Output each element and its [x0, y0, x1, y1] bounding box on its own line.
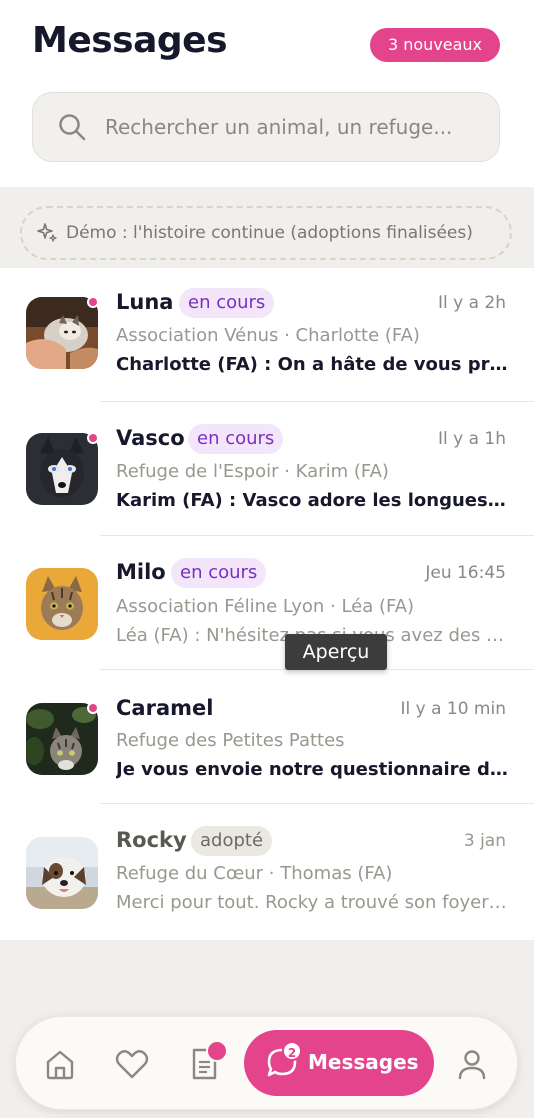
conversation-preview: Merci pour tout. Rocky a trouvé son foye…: [116, 892, 508, 913]
conversation-name: Luna: [116, 290, 174, 314]
conversation-name: Caramel: [116, 696, 214, 720]
avatar: [26, 703, 98, 775]
avatar: [26, 568, 98, 640]
conversation-time: Il y a 1h: [437, 429, 506, 449]
conversation-subtitle: Association Féline Lyon · Léa (FA): [116, 596, 415, 617]
conversation-name: Vasco: [116, 426, 185, 450]
search-input[interactable]: [105, 105, 485, 149]
home-icon: [46, 1050, 74, 1080]
new-messages-badge: 3 nouveaux: [369, 28, 500, 62]
unread-dot: [87, 296, 99, 308]
avatar: [26, 297, 98, 369]
search-bar[interactable]: [32, 92, 500, 162]
user-icon: [458, 1050, 486, 1080]
conversation-row[interactable]: Milo en cours Jeu 16:45 Association Féli…: [0, 536, 534, 670]
conversation-subtitle: Refuge du Cœur · Thomas (FA): [116, 863, 393, 884]
messages-count-badge: 2: [282, 1041, 302, 1061]
conversation-name: Rocky: [116, 828, 187, 852]
conversation-row[interactable]: Luna en cours Il y a 2h Association Vénu…: [0, 268, 534, 402]
conversation-row[interactable]: Vasco en cours Il y a 1h Refuge de l'Esp…: [0, 402, 534, 536]
heart-icon: [115, 1050, 149, 1079]
conversation-name: Milo: [116, 560, 166, 584]
status-badge: adopté: [191, 826, 273, 856]
header: Messages 3 nouveaux: [0, 0, 534, 187]
conversation-list: Luna en cours Il y a 2h Association Vénu…: [0, 268, 534, 940]
conversation-subtitle: Refuge de l'Espoir · Karim (FA): [116, 461, 389, 482]
status-badge: en cours: [179, 288, 275, 318]
conversation-time: 3 jan: [463, 831, 506, 851]
nav-favorites[interactable]: [112, 1044, 152, 1084]
demo-banner[interactable]: Démo : l'histoire continue (adoptions fi…: [20, 206, 512, 260]
nav-home[interactable]: [40, 1044, 80, 1084]
page-title: Messages: [32, 20, 228, 61]
conversation-time: Jeu 16:45: [425, 563, 506, 583]
status-badge: en cours: [171, 558, 267, 588]
conversation-time: Il y a 10 min: [400, 699, 506, 719]
status-badge: en cours: [188, 424, 284, 454]
conversation-subtitle: Association Vénus · Charlotte (FA): [116, 325, 420, 346]
search-icon: [59, 114, 86, 141]
conversation-preview: Charlotte (FA) : On a hâte de vous prése…: [116, 354, 508, 375]
avatar: [26, 433, 98, 505]
conversation-row[interactable]: Caramel Il y a 10 min Refuge des Petites…: [0, 670, 534, 804]
unread-dot: [87, 432, 99, 444]
conversation-time: Il y a 2h: [437, 293, 506, 313]
notification-dot: [206, 1040, 228, 1062]
tooltip: Aperçu: [285, 634, 387, 670]
unread-dot: [87, 702, 99, 714]
nav-messages[interactable]: 2 Messages: [244, 1030, 434, 1096]
conversation-row[interactable]: Rocky adopté 3 jan Refuge du Cœur · Thom…: [0, 804, 534, 938]
conversation-preview: Je vous envoie notre questionnaire d'ado…: [116, 759, 508, 780]
bottom-navigation: 2 Messages: [15, 1016, 518, 1110]
demo-banner-label: Démo : l'histoire continue (adoptions fi…: [66, 223, 473, 243]
nav-profile[interactable]: [452, 1044, 492, 1084]
sparkles-icon: [37, 223, 57, 242]
conversation-subtitle: Refuge des Petites Pattes: [116, 730, 345, 751]
avatar: [26, 837, 98, 909]
nav-messages-label: Messages: [308, 1050, 419, 1074]
conversation-preview: Karim (FA) : Vasco adore les longues bal…: [116, 490, 508, 511]
